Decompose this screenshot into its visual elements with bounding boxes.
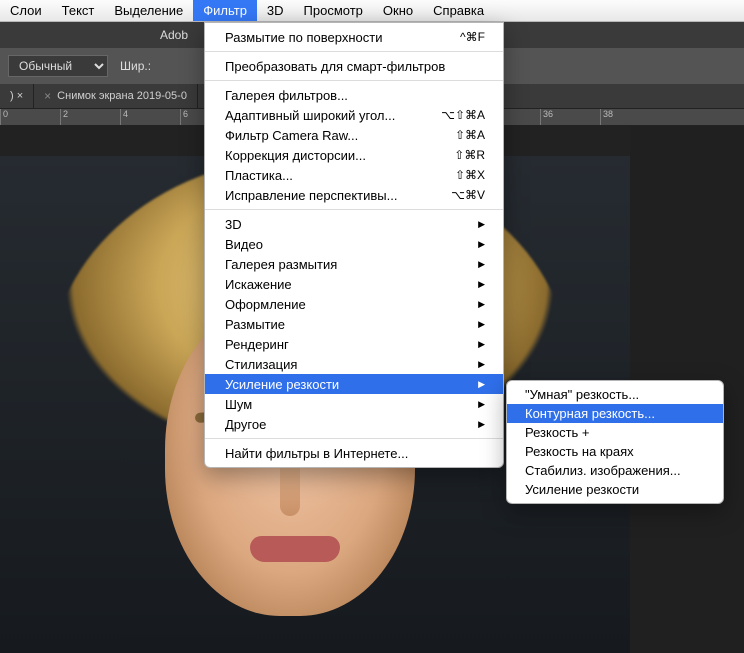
menubar-item-текст[interactable]: Текст	[52, 0, 105, 21]
menu-shortcut: ⇧⌘X	[455, 168, 485, 182]
menubar-item-справка[interactable]: Справка	[423, 0, 494, 21]
menu-item-label: Исправление перспективы...	[225, 188, 397, 203]
menu-item-label: Галерея размытия	[225, 257, 337, 272]
photo-lips	[250, 536, 340, 562]
ruler-mark: 2	[60, 109, 120, 125]
menu-item[interactable]: Шум	[205, 394, 503, 414]
menu-item-label: Рендеринг	[225, 337, 289, 352]
menu-item[interactable]: Фильтр Camera Raw... ⇧⌘A	[205, 125, 503, 145]
menu-item-label: Адаптивный широкий угол...	[225, 108, 395, 123]
menu-item[interactable]: Преобразовать для смарт-фильтров	[205, 56, 503, 76]
ruler-mark: 38	[600, 109, 660, 125]
menu-item[interactable]: Стилизация	[205, 354, 503, 374]
menu-item[interactable]: Галерея размытия	[205, 254, 503, 274]
menu-filter: Размытие по поверхности ^⌘F Преобразовать …	[204, 22, 504, 468]
menu-item-label: Видео	[225, 237, 263, 252]
menu-item-label: 3D	[225, 217, 242, 232]
menu-item-label: Усиление резкости	[225, 377, 339, 392]
width-label: Шир.:	[120, 59, 151, 73]
menu-shortcut: ⇧⌘A	[455, 128, 485, 142]
menubar-item-3d[interactable]: 3D	[257, 0, 294, 21]
submenu-item[interactable]: Контурная резкость...	[507, 404, 723, 423]
menu-item-label: Преобразовать для смарт-фильтров	[225, 59, 445, 74]
menu-item[interactable]: 3D	[205, 214, 503, 234]
menu-item-label: Фильтр Camera Raw...	[225, 128, 358, 143]
submenu-sharpen: "Умная" резкость...Контурная резкость...…	[506, 380, 724, 504]
menu-item[interactable]: Коррекция дисторсии... ⇧⌘R	[205, 145, 503, 165]
menu-item[interactable]: Пластика... ⇧⌘X	[205, 165, 503, 185]
menu-shortcut: ^⌘F	[460, 30, 485, 44]
submenu-item[interactable]: Усиление резкости	[507, 480, 723, 499]
menu-item-label: Галерея фильтров...	[225, 88, 348, 103]
submenu-item[interactable]: Стабилиз. изображения...	[507, 461, 723, 480]
menu-item-label: Стилизация	[225, 357, 297, 372]
ruler-mark: 36	[540, 109, 600, 125]
ruler-mark: 0	[0, 109, 60, 125]
tab-label: Снимок экрана 2019-05-0	[57, 90, 187, 102]
menu-item-label: Коррекция дисторсии...	[225, 148, 366, 163]
menu-item[interactable]: Оформление	[205, 294, 503, 314]
submenu-item[interactable]: Резкость +	[507, 423, 723, 442]
menu-item-label: Другое	[225, 417, 266, 432]
submenu-item[interactable]: "Умная" резкость...	[507, 385, 723, 404]
ruler-mark: 4	[120, 109, 180, 125]
menubar-item-выделение[interactable]: Выделение	[104, 0, 193, 21]
menubar-item-фильтр[interactable]: Фильтр	[193, 0, 257, 21]
blend-mode-select[interactable]: Обычный	[8, 55, 108, 77]
submenu-item[interactable]: Резкость на краях	[507, 442, 723, 461]
menu-item[interactable]: Размытие по поверхности ^⌘F	[205, 27, 503, 47]
document-tab[interactable]: × Снимок экрана 2019-05-0	[34, 84, 198, 108]
menu-item[interactable]: Найти фильтры в Интернете...	[205, 443, 503, 463]
app-title: Adob	[160, 28, 188, 42]
menubar: СлоиТекстВыделениеФильтр3DПросмотрОкноСп…	[0, 0, 744, 22]
menubar-item-окно[interactable]: Окно	[373, 0, 423, 21]
menu-item[interactable]: Усиление резкости	[205, 374, 503, 394]
menu-item[interactable]: Рендеринг	[205, 334, 503, 354]
menu-item[interactable]: Видео	[205, 234, 503, 254]
menu-item[interactable]: Размытие	[205, 314, 503, 334]
menu-item[interactable]: Искажение	[205, 274, 503, 294]
menu-shortcut: ⇧⌘R	[454, 148, 485, 162]
menu-item-label: Пластика...	[225, 168, 293, 183]
tab-label: ) ×	[10, 90, 23, 102]
menu-item[interactable]: Галерея фильтров...	[205, 85, 503, 105]
menubar-item-просмотр[interactable]: Просмотр	[294, 0, 373, 21]
menu-item-label: Размытие по поверхности	[225, 30, 382, 45]
menu-shortcut: ⌥⇧⌘A	[441, 108, 485, 122]
close-icon[interactable]: ×	[44, 89, 51, 103]
menu-item-label: Искажение	[225, 277, 292, 292]
menu-item[interactable]: Адаптивный широкий угол... ⌥⇧⌘A	[205, 105, 503, 125]
menu-item-label: Размытие	[225, 317, 285, 332]
menu-item-label: Оформление	[225, 297, 306, 312]
menu-item[interactable]: Исправление перспективы... ⌥⌘V	[205, 185, 503, 205]
document-tab[interactable]: ) ×	[0, 84, 34, 108]
menu-item[interactable]: Другое	[205, 414, 503, 434]
menubar-item-слои[interactable]: Слои	[0, 0, 52, 21]
menu-item-label: Найти фильтры в Интернете...	[225, 446, 408, 461]
menu-shortcut: ⌥⌘V	[451, 188, 485, 202]
menu-item-label: Шум	[225, 397, 252, 412]
